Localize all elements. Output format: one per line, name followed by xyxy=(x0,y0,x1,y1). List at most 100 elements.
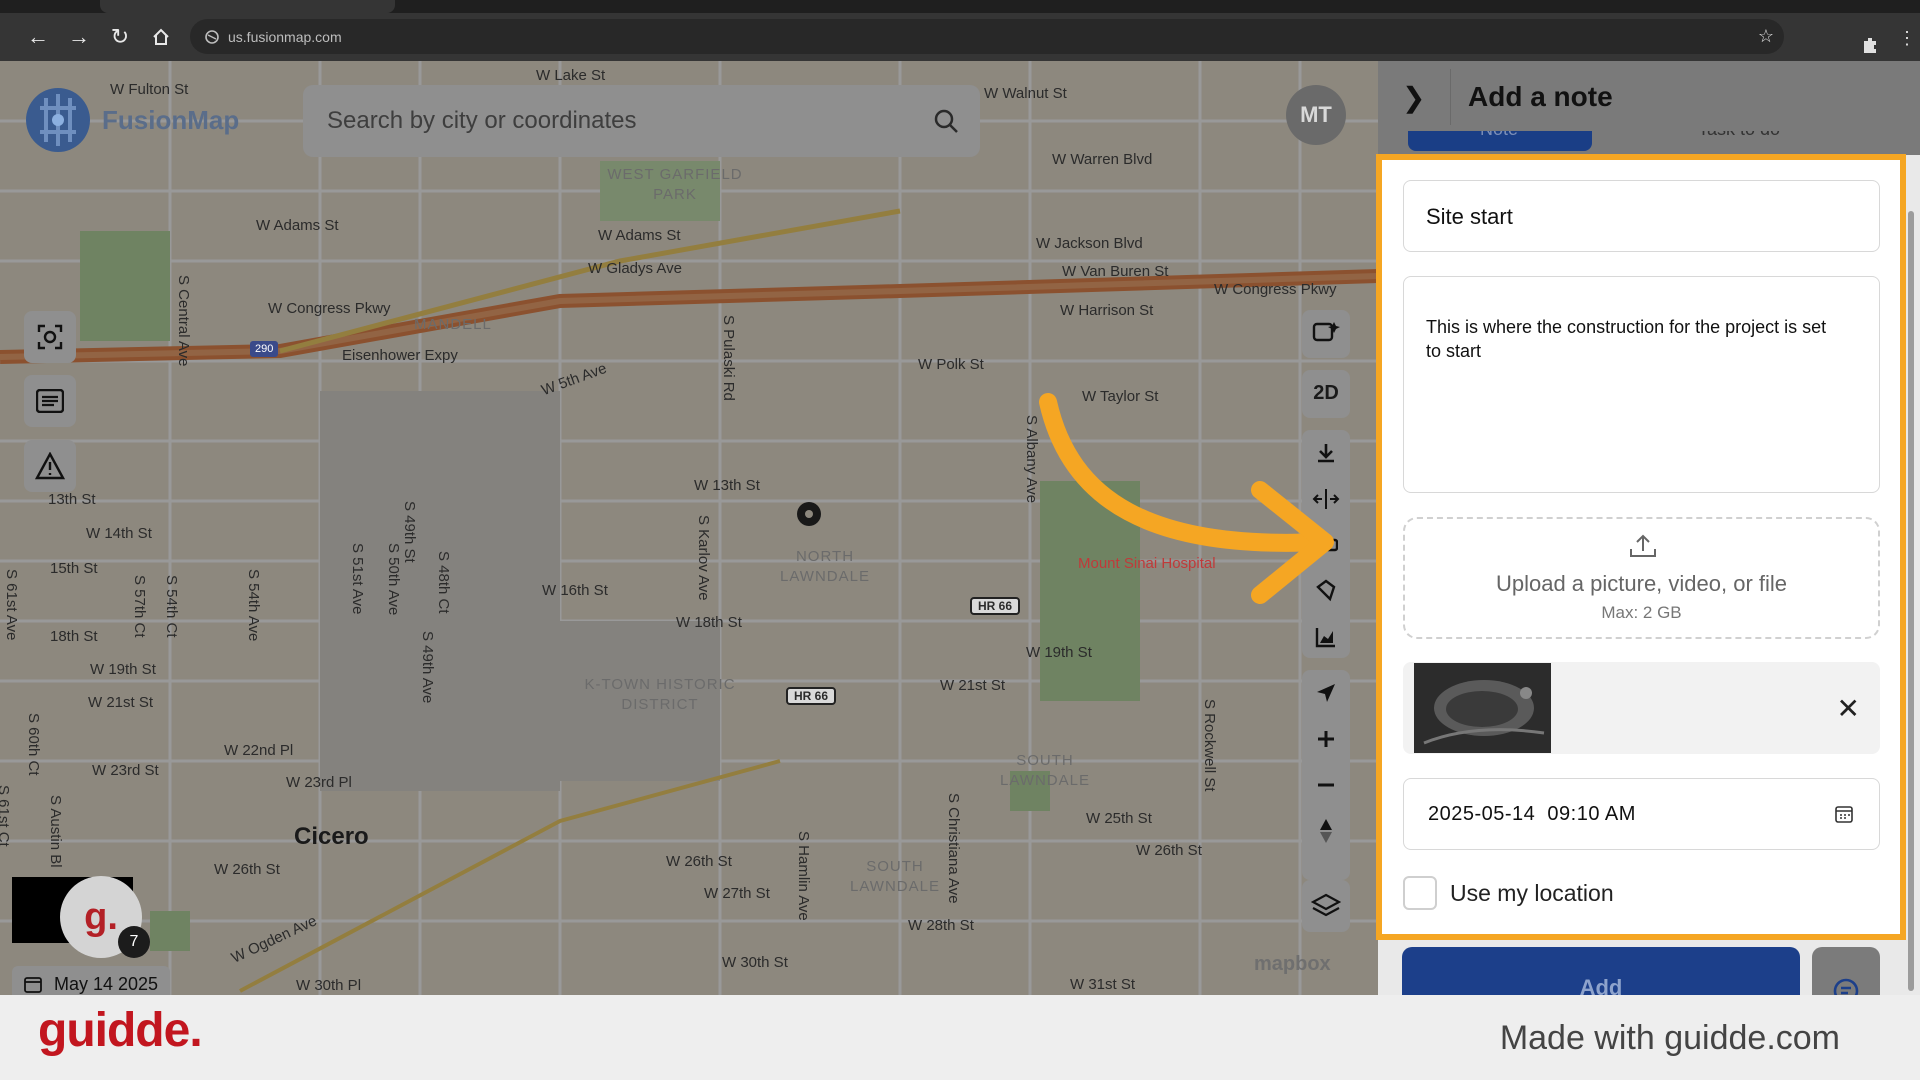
guidde-brand: guidde. xyxy=(38,1004,203,1057)
browser-toolbar: ← → ↻ us.fusionmap.com ☆ ⋮ xyxy=(0,13,1920,61)
street-label: W 22nd Pl xyxy=(224,742,294,759)
location-arrow-icon xyxy=(1317,684,1335,702)
street-label: S 49th Ave xyxy=(419,631,436,704)
notes-list-button[interactable] xyxy=(24,375,76,427)
plus-icon xyxy=(1318,731,1334,747)
street-label: W 25th St xyxy=(1086,810,1152,827)
neighborhood-label: WEST GARFIELD PARK xyxy=(607,166,743,203)
zoom-in-button[interactable] xyxy=(1302,716,1350,762)
forward-icon[interactable]: → xyxy=(59,17,99,57)
use-location-checkbox[interactable] xyxy=(1403,876,1437,910)
panel-title: Add a note xyxy=(1468,81,1613,112)
neighborhood-label: K-TOWN HISTORIC DISTRICT xyxy=(584,676,736,713)
warning-icon xyxy=(35,452,65,480)
compass-button[interactable] xyxy=(1302,808,1350,854)
street-label: W 26th St xyxy=(214,861,280,878)
street-label: S 51st Ave xyxy=(349,543,366,615)
use-location-label[interactable]: Use my location xyxy=(1450,880,1614,907)
tab-task-label[interactable]: Task to do xyxy=(1698,131,1780,140)
browser-tab[interactable] xyxy=(100,0,395,13)
street-label: W Adams St xyxy=(256,217,339,234)
upload-dropzone[interactable]: Upload a picture, video, or file Max: 2 … xyxy=(1403,517,1880,639)
extensions-icon[interactable] xyxy=(1860,35,1880,60)
remove-attachment-icon[interactable]: ✕ xyxy=(1837,692,1860,725)
calendar-picker-icon[interactable] xyxy=(1835,805,1853,823)
neighborhood-label: NORTH LAWNDALE xyxy=(780,548,870,585)
street-label: W Lake St xyxy=(536,67,606,84)
ai-sparkle-button[interactable] xyxy=(1302,310,1350,356)
home-icon[interactable] xyxy=(141,17,181,57)
street-label: W Polk St xyxy=(918,356,984,373)
address-bar[interactable]: us.fusionmap.com ☆ xyxy=(190,19,1784,54)
street-label: W 26th St xyxy=(1136,842,1202,859)
search-icon[interactable] xyxy=(932,107,960,135)
url-text: us.fusionmap.com xyxy=(228,28,342,45)
street-label: W Warren Blvd xyxy=(1052,151,1153,168)
search-placeholder: Search by city or coordinates xyxy=(327,107,637,134)
street-label: W Van Buren St xyxy=(1062,263,1169,280)
back-icon[interactable]: ← xyxy=(18,17,58,57)
list-icon xyxy=(36,389,64,413)
street-label: W 28th St xyxy=(908,917,974,934)
street-label: W 30th Pl xyxy=(296,977,362,994)
search-input[interactable]: Search by city or coordinates xyxy=(303,85,980,157)
layers-button[interactable] xyxy=(1302,880,1350,932)
minus-icon xyxy=(1318,783,1334,787)
scan-tool-button[interactable] xyxy=(24,311,76,363)
neighborhood-label: SOUTH LAWNDALE xyxy=(1000,752,1090,789)
street-label: W 31st St xyxy=(1070,976,1136,993)
mapbox-attribution[interactable]: mapbox xyxy=(1254,953,1331,976)
street-label: 15th St xyxy=(50,560,98,577)
street-label: S Austin Bl xyxy=(47,795,64,868)
bookmark-star-icon[interactable]: ☆ xyxy=(1758,26,1774,47)
calendar-icon xyxy=(24,977,42,993)
route-badge: HR 66 xyxy=(786,687,837,705)
mapbox-text: mapbox xyxy=(1254,953,1331,975)
scan-icon xyxy=(37,324,63,350)
browser-menu-icon[interactable]: ⋮ xyxy=(1898,29,1916,47)
tutorial-arrow-icon xyxy=(1039,393,1334,604)
street-label: W Harrison St xyxy=(1060,302,1154,319)
street-label: W 21st St xyxy=(940,677,1006,694)
panel-scrollbar[interactable] xyxy=(1908,211,1914,991)
made-with-text: Made with guidde.com xyxy=(1499,1019,1840,1057)
chart-button[interactable] xyxy=(1302,614,1350,660)
street-label: S Hamlin Ave xyxy=(795,831,812,921)
note-description-value: This is where the construction for the p… xyxy=(1426,317,1827,361)
tab-note-label: Note xyxy=(1480,131,1518,140)
street-label: W 16th St xyxy=(542,582,608,599)
locate-button[interactable] xyxy=(1302,670,1350,716)
street-label: W 21st St xyxy=(88,694,154,711)
notification-count-badge: 7 xyxy=(118,926,150,958)
street-label: S Christiana Ave xyxy=(945,793,962,904)
note-description-field[interactable]: This is where the construction for the p… xyxy=(1403,276,1880,493)
site-info-icon[interactable] xyxy=(204,29,220,45)
chart-icon xyxy=(1315,628,1335,648)
street-label: S 60th Ct xyxy=(25,713,42,776)
logo-text: FusionMap xyxy=(102,104,240,135)
street-label: W Adams St xyxy=(598,227,681,244)
browser-tab-strip xyxy=(0,0,1920,13)
collapse-panel-icon[interactable]: ❯ xyxy=(1402,81,1425,114)
street-label: W 23rd St xyxy=(92,762,159,779)
zoom-out-button[interactable] xyxy=(1302,762,1350,808)
note-title-field[interactable]: Site start xyxy=(1403,180,1880,252)
warning-tool-button[interactable] xyxy=(24,440,76,492)
datetime-value: 2025-05-14 09:10 AM xyxy=(1428,803,1636,825)
reload-icon[interactable]: ↻ xyxy=(100,17,140,57)
panel-header: ❯ Add a note xyxy=(1378,61,1920,131)
route-badge: HR 66 xyxy=(970,597,1021,615)
datetime-field[interactable]: 2025-05-14 09:10 AM xyxy=(1403,778,1880,850)
street-label: W Walnut St xyxy=(984,85,1067,102)
street-label: S Central Ave xyxy=(175,275,192,367)
neighborhood-label: SOUTH LAWNDALE xyxy=(850,858,940,895)
user-avatar[interactable]: MT xyxy=(1286,85,1346,145)
city-label: Cicero xyxy=(294,823,369,850)
app-logo[interactable]: FusionMap xyxy=(22,84,239,156)
layers-icon xyxy=(1311,893,1341,917)
attachment-thumbnail[interactable] xyxy=(1414,663,1551,753)
street-label: W Congress Pkwy xyxy=(1214,281,1337,298)
panel-tabs: Note Task to do xyxy=(1378,131,1920,155)
sparkle-icon xyxy=(1312,322,1340,342)
street-label: W Gladys Ave xyxy=(588,260,682,277)
